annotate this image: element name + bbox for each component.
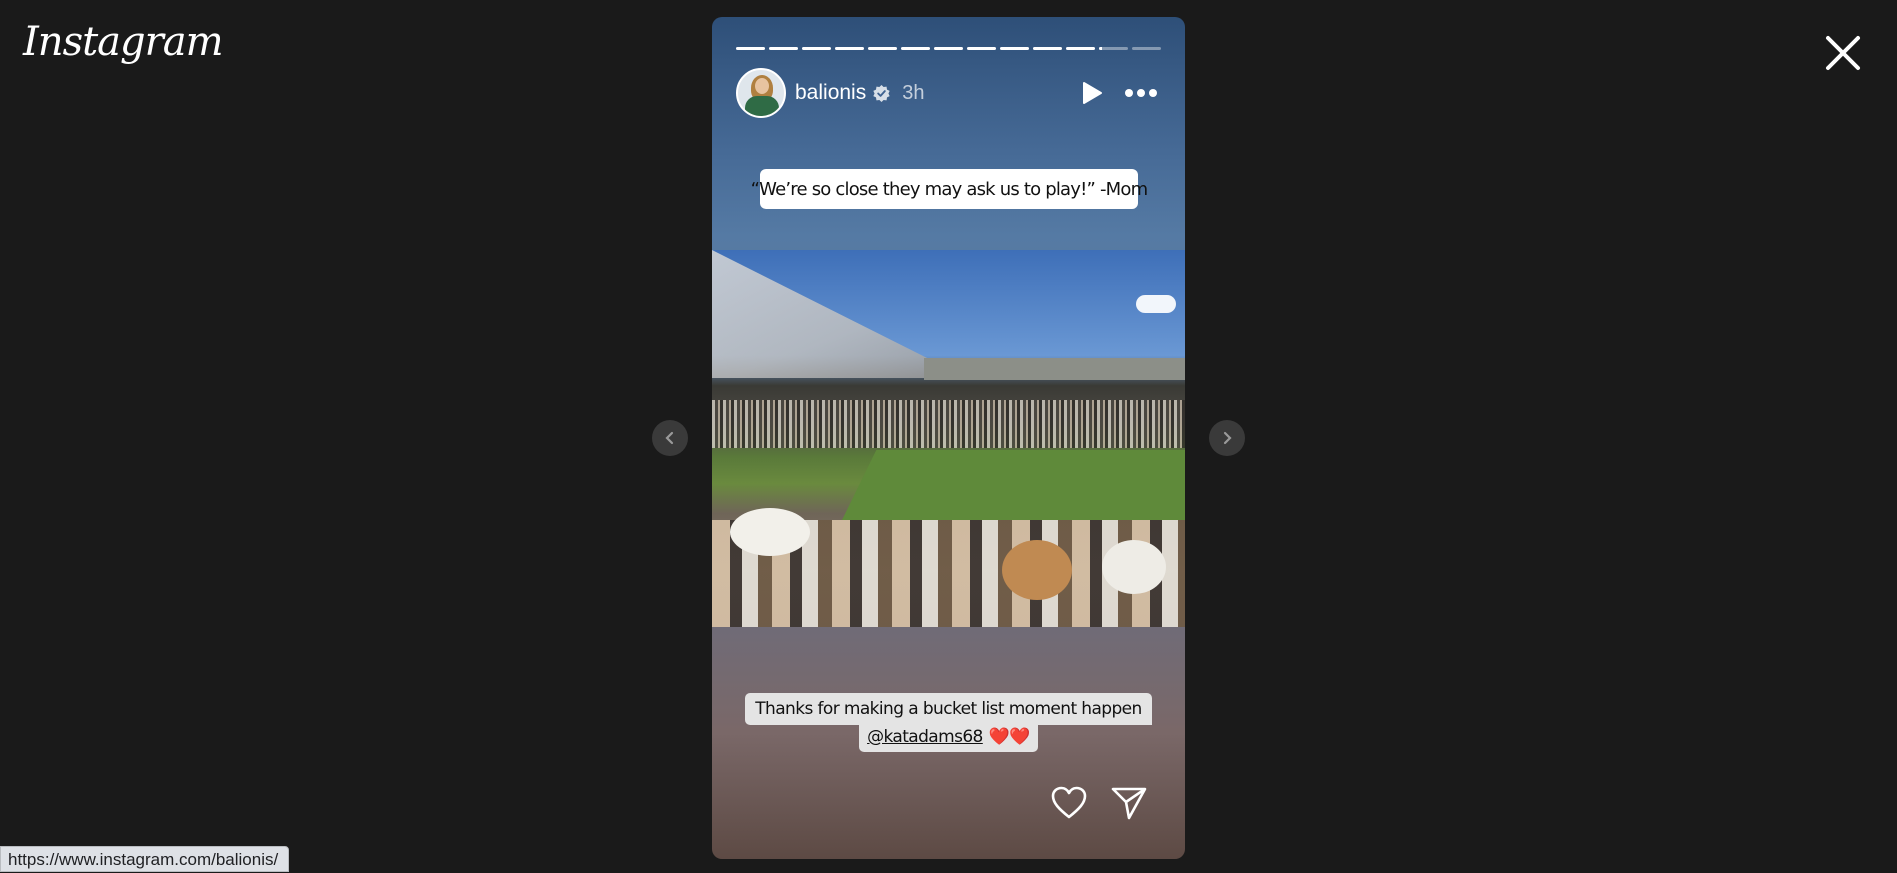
story-photo	[712, 250, 1185, 627]
heart-emoji: ❤️❤️	[988, 727, 1031, 747]
progress-segment	[868, 47, 897, 50]
story-viewer[interactable]: balionis 3h “We’re so close they may ask…	[712, 17, 1185, 859]
send-icon	[1111, 787, 1147, 820]
progress-segment	[769, 47, 798, 50]
progress-segment	[901, 47, 930, 50]
caption-text: Thanks for making a bucket list moment h…	[745, 693, 1152, 725]
share-button[interactable]	[1110, 785, 1148, 821]
story-caption-top: “We’re so close they may ask us to play!…	[751, 169, 1148, 209]
story-progress-bar	[736, 47, 1161, 50]
link-preview-status: https://www.instagram.com/balionis/	[0, 846, 290, 872]
close-button[interactable]	[1820, 30, 1866, 76]
next-story-button[interactable]	[1209, 420, 1245, 456]
user-mention-link[interactable]: @katadams68	[867, 727, 983, 747]
verified-badge-icon	[873, 84, 890, 102]
caption-mention-line: @katadams68 ❤️❤️	[859, 725, 1038, 752]
progress-segment	[1066, 47, 1095, 50]
more-horizontal-icon	[1125, 89, 1157, 97]
progress-segment	[1000, 47, 1029, 50]
story-caption-bottom: Thanks for making a bucket list moment h…	[712, 693, 1185, 752]
play-button[interactable]	[1077, 78, 1107, 108]
progress-segment	[967, 47, 996, 50]
story-timestamp: 3h	[902, 81, 925, 104]
close-icon	[1826, 36, 1860, 70]
play-icon	[1083, 82, 1102, 104]
chevron-right-icon	[1223, 431, 1232, 445]
more-options-button[interactable]	[1121, 78, 1161, 108]
like-button[interactable]	[1050, 785, 1088, 821]
previous-story-button[interactable]	[652, 420, 688, 456]
progress-segment	[1132, 47, 1161, 50]
progress-segment	[835, 47, 864, 50]
instagram-logo[interactable]: Instagram	[23, 14, 224, 70]
chevron-left-icon	[665, 431, 674, 445]
progress-segment	[736, 47, 765, 50]
username[interactable]: balionis	[795, 81, 866, 105]
progress-segment	[1033, 47, 1062, 50]
progress-segment	[802, 47, 831, 50]
story-header: balionis 3h	[736, 67, 1161, 119]
progress-segment	[934, 47, 963, 50]
heart-icon	[1051, 786, 1087, 819]
avatar[interactable]	[736, 68, 786, 118]
progress-segment	[1099, 47, 1128, 50]
